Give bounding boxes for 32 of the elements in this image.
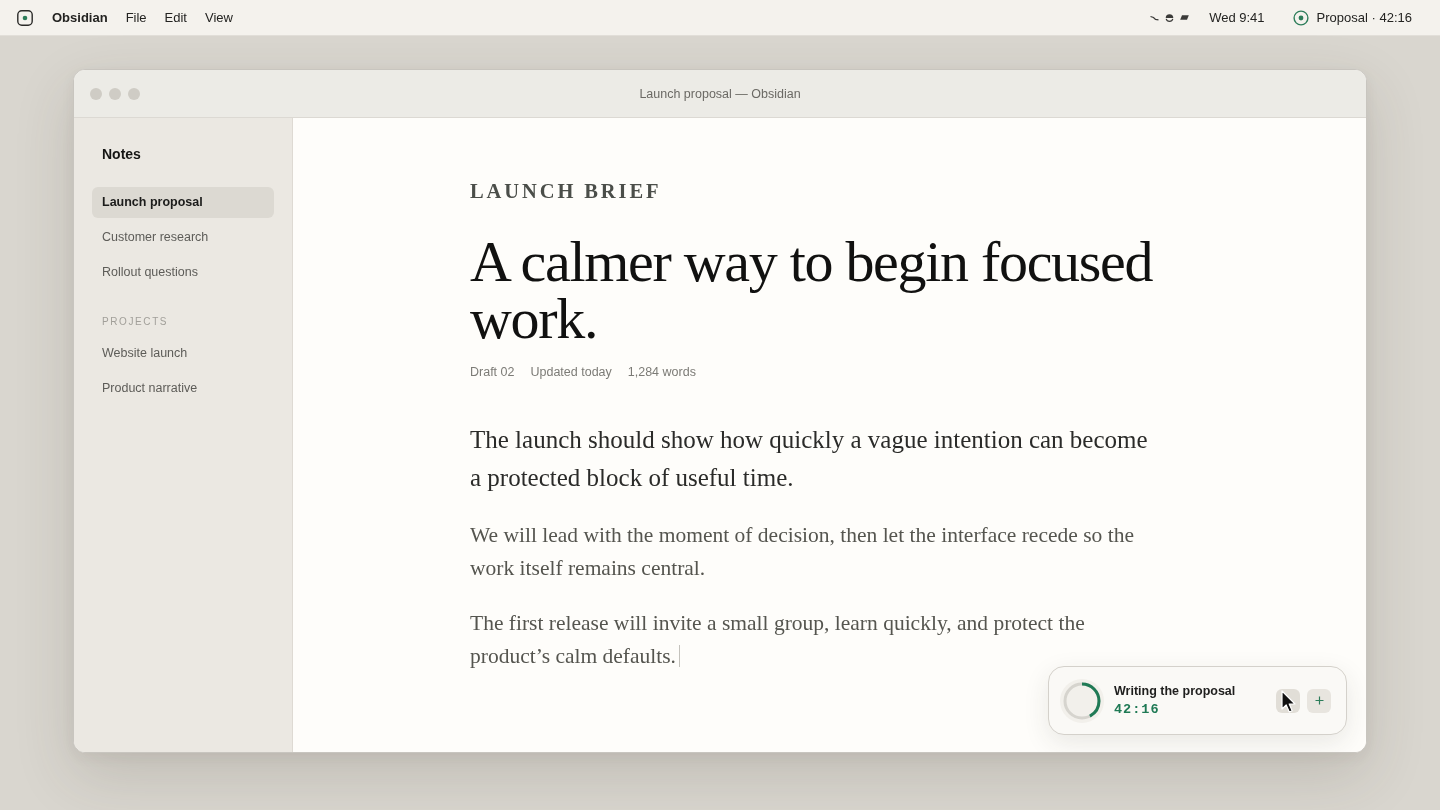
paragraph: The launch should show how quickly a vague intention can become a protected block of useful time. (470, 426, 1148, 491)
sidebar-item[interactable]: Customer research (92, 222, 274, 253)
timer-status-button[interactable]: Proposal · 42:16 (1292, 9, 1412, 26)
meta-text: 1,284 words (627, 364, 696, 380)
section-heading: PROJECTS (101, 316, 170, 328)
document-title: A calmer way to begin focused work. (470, 233, 1154, 347)
paragraph: The first release will invite a small group, learn quickly, and protect the product’s calm defaults. (470, 611, 1085, 668)
menu-item[interactable]: View (205, 10, 233, 25)
sidebar-item[interactable]: Launch proposal (92, 187, 274, 218)
document-eyebrow: LAUNCH BRIEF (470, 179, 663, 203)
app-logo-icon[interactable] (17, 9, 33, 26)
add-button[interactable] (1307, 688, 1331, 713)
sidebar-title: Notes (101, 146, 142, 163)
meta-text: Draft 02 (470, 364, 515, 380)
sidebar-item[interactable]: Website launch (92, 338, 274, 369)
mouse-pointer-icon (1281, 689, 1296, 713)
timer-label: Writing the proposal (1114, 682, 1237, 699)
timer-icon (1292, 9, 1309, 26)
menu-item[interactable]: File (125, 10, 147, 25)
zigzag-icon[interactable] (1150, 14, 1160, 21)
clock[interactable]: Wed 9:41 (1209, 10, 1265, 25)
sidebar-item[interactable]: Rollout questions (92, 257, 274, 288)
plus-icon (1314, 696, 1324, 705)
paragraph: We will lead with the moment of decision, then let the interface recede so the work itself remains central. (470, 523, 1134, 580)
timer-time: 42:16 (1114, 700, 1161, 719)
menu-item[interactable]: Edit (164, 10, 187, 25)
app-menu[interactable]: Obsidian (52, 10, 108, 25)
meta-text: Updated today (530, 364, 612, 380)
slanted-bar-icon[interactable] (1180, 15, 1190, 20)
window-title: Launch proposal — Obsidian (639, 86, 801, 101)
half-circle-icon[interactable] (1165, 13, 1175, 22)
sidebar-item[interactable]: Product narrative (92, 373, 274, 404)
